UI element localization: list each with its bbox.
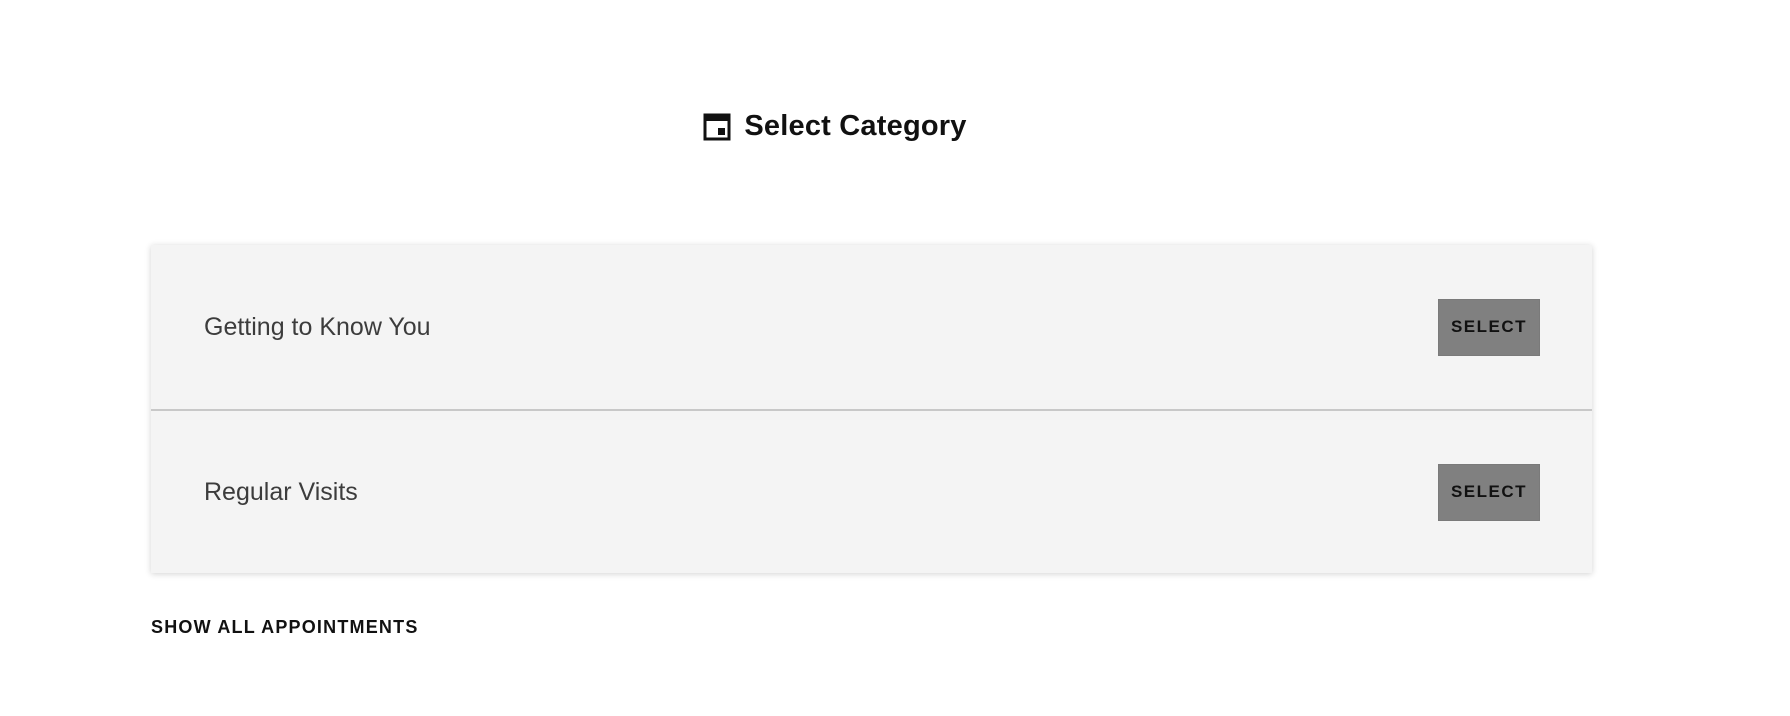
show-all-appointments-link[interactable]: SHOW ALL APPOINTMENTS: [151, 617, 419, 638]
page-header-content: Select Category: [703, 110, 966, 143]
category-row-getting-to-know-you: Getting to Know You SELECT: [151, 245, 1592, 409]
category-label: Getting to Know You: [204, 312, 431, 341]
calendar-icon: [703, 113, 731, 141]
select-category-page: Select Category Getting to Know You SELE…: [0, 0, 1790, 716]
category-label: Regular Visits: [204, 477, 358, 506]
category-list: Getting to Know You SELECT Regular Visit…: [151, 245, 1592, 573]
page-title: Select Category: [744, 110, 967, 142]
page-header: Select Category: [0, 110, 1790, 143]
select-getting-to-know-you-button[interactable]: SELECT: [1438, 298, 1540, 356]
select-regular-visits-button[interactable]: SELECT: [1438, 463, 1540, 521]
category-row-regular-visits: Regular Visits SELECT: [151, 409, 1592, 573]
